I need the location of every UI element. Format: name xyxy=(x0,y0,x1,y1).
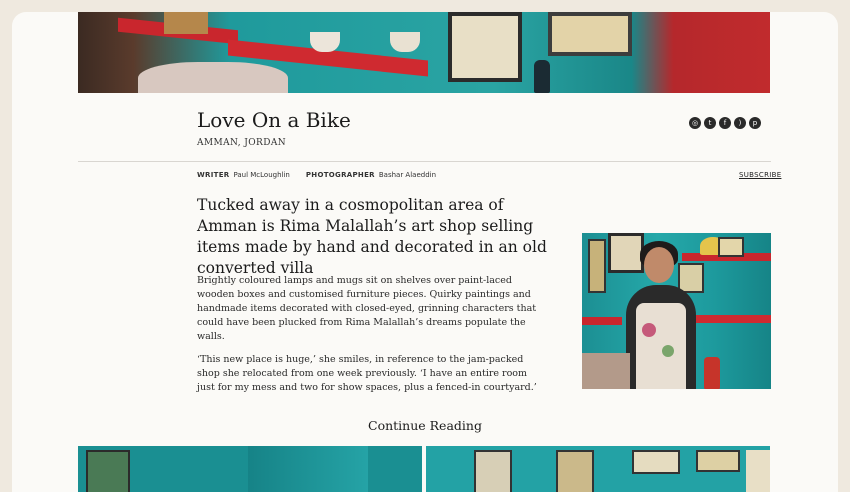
pinterest-icon[interactable]: p xyxy=(749,117,761,129)
instagram-icon[interactable]: ◎ xyxy=(689,117,701,129)
related-image-right[interactable] xyxy=(426,446,770,492)
article-title: Love On a Bike xyxy=(197,108,351,132)
body-paragraph: ‘This new place is huge,’ she smiles, in… xyxy=(197,354,537,393)
hero-image xyxy=(78,12,770,93)
subscribe-link[interactable]: SUBSCRIBE xyxy=(739,171,781,179)
article-page: Love On a Bike AMMAN, JORDAN ◎ t f ) p W… xyxy=(12,12,838,492)
twitter-icon[interactable]: t xyxy=(704,117,716,129)
header-divider xyxy=(78,161,771,162)
shop-owner-photo xyxy=(582,233,771,389)
photographer-name[interactable]: Bashar Alaeddin xyxy=(379,171,436,179)
writer-label: WRITER xyxy=(197,171,230,179)
article-body: Brightly coloured lamps and mugs sit on … xyxy=(197,274,547,404)
rss-icon[interactable]: ) xyxy=(734,117,746,129)
photographer-label: PHOTOGRAPHER xyxy=(305,171,375,179)
body-paragraph: Brightly coloured lamps and mugs sit on … xyxy=(197,275,537,342)
continue-reading-link[interactable]: Continue Reading xyxy=(12,418,838,433)
facebook-icon[interactable]: f xyxy=(719,117,731,129)
writer-name[interactable]: Paul McLoughlin xyxy=(233,171,289,179)
article-lede: Tucked away in a cosmopolitan area of Am… xyxy=(197,196,547,277)
social-links: ◎ t f ) p xyxy=(689,117,761,129)
article-credits: WRITER Paul McLoughlin PHOTOGRAPHER Bash… xyxy=(197,171,436,179)
related-image-left[interactable] xyxy=(78,446,422,492)
article-location: AMMAN, JORDAN xyxy=(197,138,287,148)
